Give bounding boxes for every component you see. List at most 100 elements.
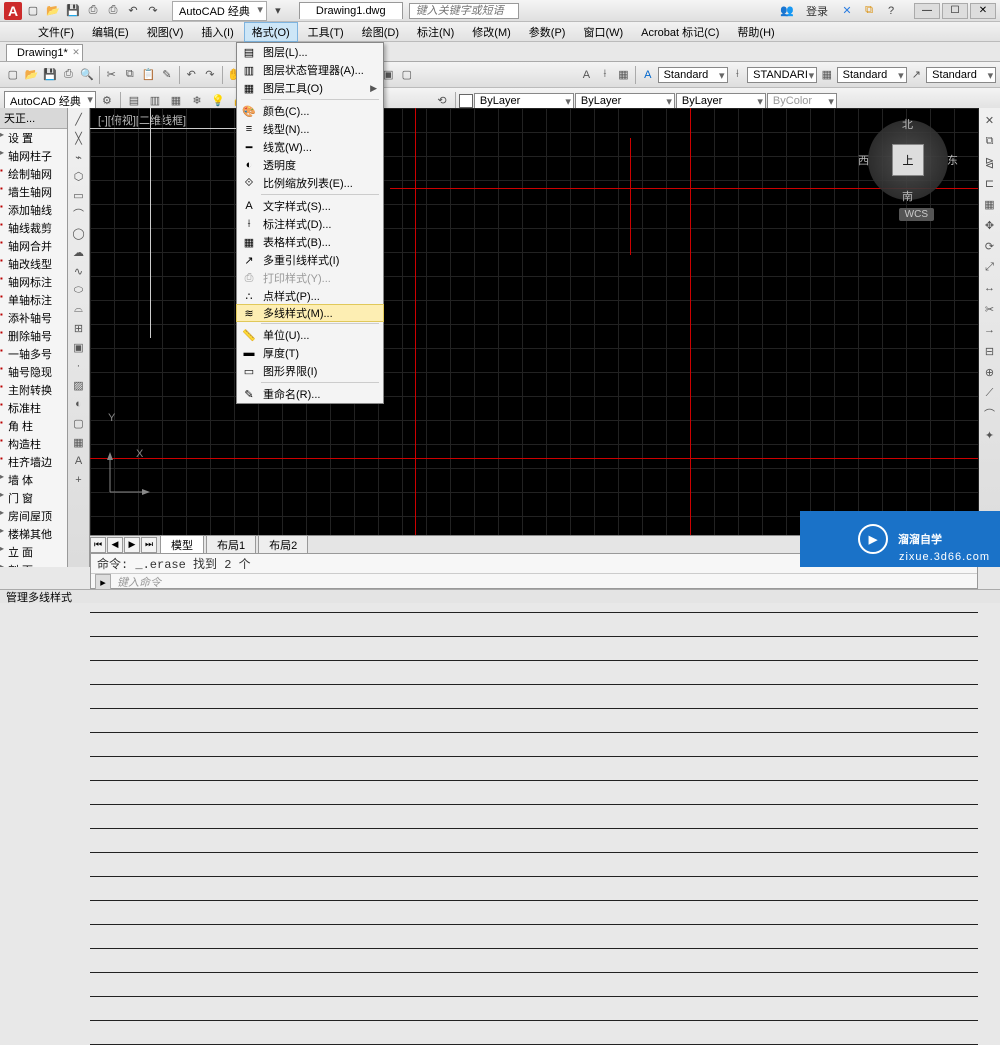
menu-2[interactable]: 视图(V) [139,22,192,42]
gradient-icon[interactable]: ◐ [70,395,88,413]
tree-item[interactable]: 门 窗 [0,489,67,507]
layout-first-icon[interactable]: ⏮ [90,537,106,553]
tree-item[interactable]: 标准柱 [0,399,67,417]
layout-tab[interactable]: 布局2 [258,535,308,555]
tree-item[interactable]: 一轴多号 [0,345,67,363]
hatch-icon[interactable]: ▨ [70,376,88,394]
rotate-icon[interactable]: ⟳ [980,236,1000,256]
qat-saveas-icon[interactable]: ⎙ [84,2,102,20]
menu-item-layers[interactable]: ▤图层(L)... [237,43,383,61]
menu-item-lineweight[interactable]: ━线宽(W)... [237,138,383,156]
document-tab[interactable]: Drawing1* ✕ [6,44,83,61]
menu-5[interactable]: 工具(T) [300,22,352,42]
tree-item[interactable]: 设 置 [0,129,67,147]
menu-item-dim-style[interactable]: ⟊标注样式(D)... [237,215,383,233]
tree-item[interactable]: 角 柱 [0,417,67,435]
copy2-icon[interactable]: ⧉ [980,131,1000,151]
revcloud-icon[interactable]: ☁ [70,243,88,261]
menu-item-mleader-style[interactable]: ↗多重引线样式(I) [237,251,383,269]
plot-icon[interactable]: ⎙ [60,65,78,85]
tree-item[interactable]: 绘制轴网 [0,165,67,183]
textstyle-combo[interactable]: Standard [658,67,728,83]
app-icon[interactable]: A [4,2,22,20]
tree-item[interactable]: 楼梯其他 [0,525,67,543]
menu-1[interactable]: 编辑(E) [84,22,137,42]
region-icon[interactable]: ▢ [70,414,88,432]
ellipse-icon[interactable]: ⬭ [70,281,88,299]
tree-item[interactable]: 轴线裁剪 [0,219,67,237]
mtext-icon[interactable]: A [70,452,88,470]
menu-9[interactable]: 参数(P) [521,22,574,42]
layout-tab[interactable]: 模型 [160,535,204,555]
infocenter-icon[interactable]: 👥 [778,2,796,20]
addselected-icon[interactable]: + [70,471,88,489]
viewcube-n[interactable]: 北 [902,116,913,132]
menu-item-transparency[interactable]: ◐透明度 [237,156,383,174]
menu-7[interactable]: 标注(N) [409,22,462,42]
tree-item[interactable]: 立 面 [0,543,67,561]
tree-item[interactable]: 添加轴线 [0,201,67,219]
tree-item[interactable]: 轴改线型 [0,255,67,273]
undo-icon[interactable]: ↶ [183,65,201,85]
menu-3[interactable]: 插入(I) [193,22,241,42]
menu-item-color[interactable]: 🎨颜色(C)... [237,102,383,120]
explode-icon[interactable]: ✦ [980,425,1000,445]
paste-icon[interactable]: 📋 [140,65,158,85]
tablestyle-icon[interactable]: ▦ [615,65,633,85]
layout-next-icon[interactable]: ▶ [124,537,140,553]
tree-item[interactable]: 墙 体 [0,471,67,489]
tree-item[interactable]: 添补轴号 [0,309,67,327]
view-cube[interactable]: 上 北 南 东 西 [868,120,948,200]
match-icon[interactable]: ✎ [158,65,176,85]
maximize-button[interactable]: ☐ [942,3,968,19]
cut-icon[interactable]: ✂ [103,65,121,85]
break-icon[interactable]: ⊟ [980,341,1000,361]
menu-item-thickness[interactable]: ▬厚度(T) [237,344,383,362]
insert-icon[interactable]: ⊞ [70,319,88,337]
scale-icon[interactable]: ⤢ [980,257,1000,277]
join-icon[interactable]: ⊕ [980,362,1000,382]
color-combo[interactable]: ByLayer [474,93,574,109]
minimize-button[interactable]: — [914,3,940,19]
menu-item-point-style[interactable]: ∴点样式(P)... [237,287,383,305]
tree-item[interactable]: 房间屋顶 [0,507,67,525]
open-icon[interactable]: 📂 [23,65,41,85]
tree-item[interactable]: 轴网合并 [0,237,67,255]
menu-4[interactable]: 格式(O) [244,22,298,42]
viewcube-w[interactable]: 西 [858,152,869,168]
command-toggle-icon[interactable]: ▸ [95,574,111,590]
qat-plot-icon[interactable]: ⎙ [104,2,122,20]
line-icon[interactable]: ╱ [70,110,88,128]
mleaderstyle-combo[interactable]: Standard [926,67,996,83]
lineweight-combo[interactable]: ByLayer [676,93,766,109]
tree-item[interactable]: 主附转换 [0,381,67,399]
menu-item-linetype[interactable]: ≡线型(N)... [237,120,383,138]
viewcube-e[interactable]: 东 [947,152,958,168]
redo-icon[interactable]: ↷ [201,65,219,85]
extend-icon[interactable]: → [980,320,1000,340]
quickcalc-icon[interactable]: ▢ [398,65,416,85]
offset-icon[interactable]: ⊏ [980,173,1000,193]
dimstyle-icon[interactable]: ⟊ [596,65,614,85]
trim-icon[interactable]: ✂ [980,299,1000,319]
command-prompt[interactable]: 键入命令 [117,574,161,590]
layout-last-icon[interactable]: ⏭ [141,537,157,553]
layout-tab[interactable]: 布局1 [206,535,256,555]
chamfer-icon[interactable]: ⟋ [980,383,1000,403]
xline-icon[interactable]: ╳ [70,129,88,147]
new-icon[interactable]: ▢ [4,65,22,85]
plotstyle-combo[interactable]: ByColor [767,93,837,109]
mleaderstyle-icon[interactable]: ↗ [908,65,926,85]
fillet-icon[interactable]: ⌒ [980,404,1000,424]
menu-item-table-style[interactable]: ▦表格样式(B)... [237,233,383,251]
menu-item-scale-list[interactable]: ⟐比例缩放列表(E)... [237,174,383,192]
menu-item-rename[interactable]: ✎重命名(R)... [237,385,383,403]
table-icon[interactable]: ▦ [70,433,88,451]
tree-item[interactable]: 剖 面 [0,561,67,567]
array-icon[interactable]: ▦ [980,194,1000,214]
close-button[interactable]: ✕ [970,3,996,19]
layout-prev-icon[interactable]: ◀ [107,537,123,553]
arc-icon[interactable]: ⌒ [70,205,88,223]
tree-item[interactable]: 柱齐墙边 [0,453,67,471]
pline-icon[interactable]: ⌁ [70,148,88,166]
